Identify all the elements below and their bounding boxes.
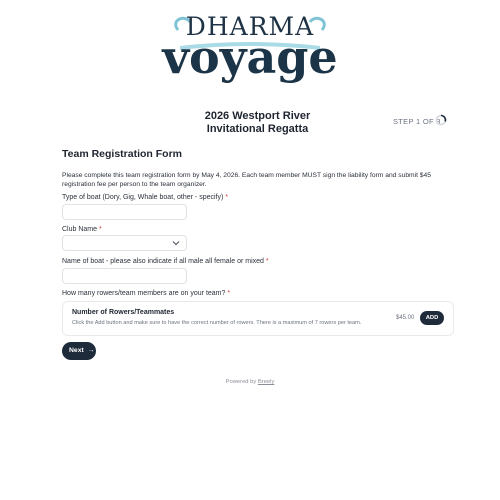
event-title-line1: 2026 Westport River: [204, 110, 311, 122]
logo-wordmark-bottom: voyage: [162, 30, 338, 84]
boat-name-label-text: Name of boat - please also indicate if a…: [62, 258, 264, 265]
club-name-select[interactable]: [62, 235, 187, 251]
rowers-price: $45.00: [396, 315, 415, 321]
next-label: Next: [69, 347, 84, 354]
breely-link[interactable]: Breely: [258, 379, 274, 385]
club-name-label-text: Club Name: [62, 226, 98, 233]
powered-by-text: Powered by: [225, 379, 257, 385]
progress-ring-icon: [435, 114, 447, 126]
rowers-label-text: How many rowers/team members are on your…: [62, 290, 226, 297]
chevron-down-icon: [172, 241, 180, 246]
event-title-line2: Invitational Regatta: [206, 123, 309, 135]
boat-name-label: Name of boat - please also indicate if a…: [62, 258, 269, 265]
boat-type-label: Type of boat (Dory, Gig, Whale boat, oth…: [62, 194, 228, 201]
step-indicator: STEP 1 OF 3: [393, 117, 441, 126]
required-mark: *: [227, 290, 231, 297]
rowers-product-card: Number of Rowers/Teammates Click the Add…: [62, 301, 454, 336]
required-mark: *: [225, 194, 229, 201]
add-rower-button[interactable]: ADD: [420, 311, 444, 325]
dharma-voyage-logo: DHARMA voyage: [150, 8, 350, 86]
boat-type-label-text: Type of boat (Dory, Gig, Whale boat, oth…: [62, 194, 224, 201]
required-mark: *: [265, 258, 269, 265]
next-button[interactable]: Next →: [62, 342, 96, 360]
form-intro: Please complete this team registration f…: [62, 172, 431, 188]
rowers-label: How many rowers/team members are on your…: [62, 290, 230, 297]
rowers-card-title: Number of Rowers/Teammates: [72, 309, 175, 316]
powered-by: Powered by Breely: [0, 379, 500, 385]
event-title: 2026 Westport River Invitational Regatta: [190, 110, 325, 136]
required-mark: *: [98, 226, 102, 233]
boat-name-input[interactable]: [62, 268, 187, 284]
form-title: Team Registration Form: [62, 148, 182, 160]
arrow-right-icon: →: [87, 347, 95, 354]
boat-type-input[interactable]: [62, 204, 187, 220]
rowers-card-subtitle: Click the Add button and make sure to ha…: [72, 320, 362, 326]
club-name-label: Club Name *: [62, 226, 102, 233]
